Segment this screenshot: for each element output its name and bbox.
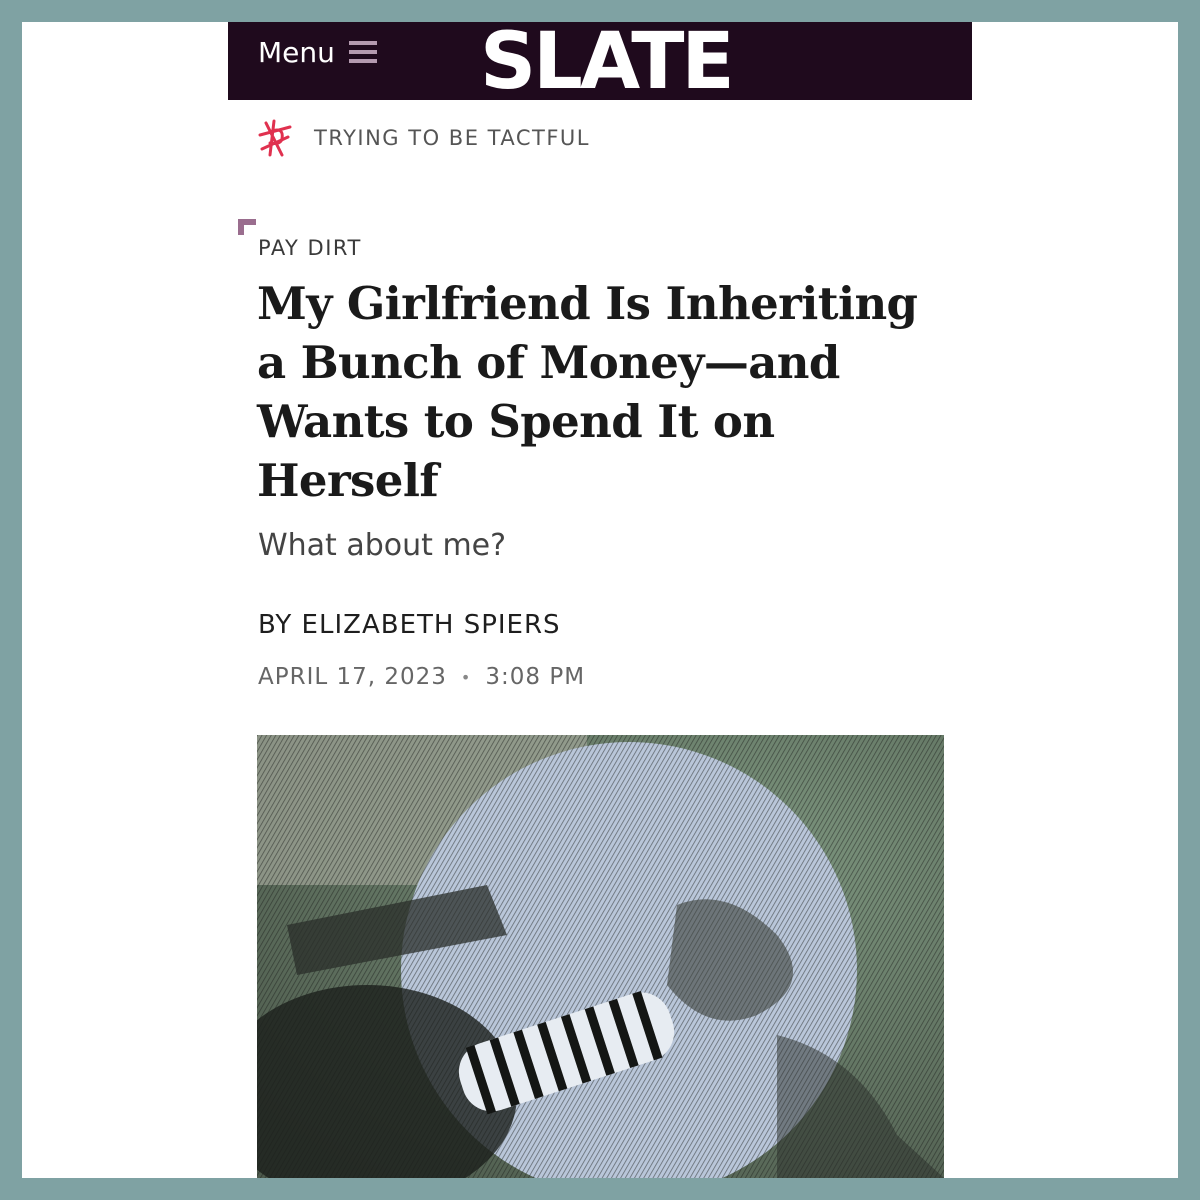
site-header: Menu SLATE [228,22,972,101]
article-dek: What about me? [258,528,507,563]
dateline-separator: • [460,667,472,687]
hero-illustration [257,735,944,1178]
article-byline[interactable]: BY ELIZABETH SPIERS [258,610,561,640]
hamburger-icon [348,41,377,63]
article-headline: My Girlfriend Is Inheriting a Bunch of M… [257,277,918,507]
slate-squiggle-logo-icon [258,119,292,157]
kicker-corner-mark [238,219,256,235]
publish-time: 3:08 PM [485,664,586,690]
podcast-banner[interactable]: TRYING TO BE TACTFUL [252,114,590,162]
article-dateline: APRIL 17, 2023 • 3:08 PM [258,664,585,690]
article-page: Menu SLATE TRYING TO BE TACTFUL PAY DIRT… [22,22,1178,1178]
slate-logo[interactable]: SLATE [480,23,735,101]
menu-label: Menu [258,35,335,69]
podcast-title: TRYING TO BE TACTFUL [314,126,590,150]
menu-button[interactable]: Menu [258,34,377,70]
section-kicker[interactable]: PAY DIRT [258,236,362,260]
hero-image [257,735,944,1178]
publish-date: APRIL 17, 2023 [258,664,447,690]
